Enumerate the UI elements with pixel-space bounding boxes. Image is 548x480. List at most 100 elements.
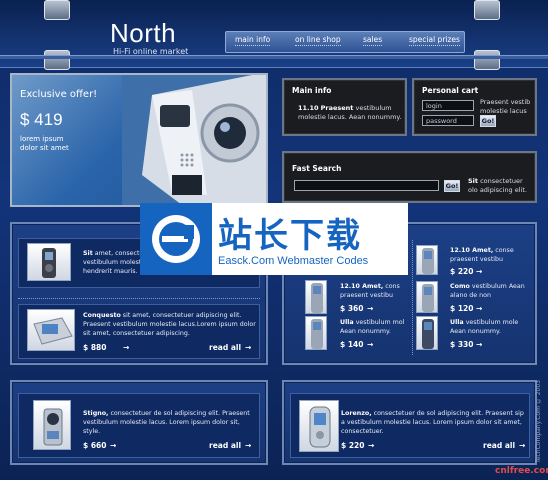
product-description: Stigno, consectetuer de sol adipiscing e… (83, 409, 253, 436)
camcorder-image (122, 75, 266, 205)
product-name: Ulla (340, 319, 354, 326)
flip-phone-image (309, 406, 331, 448)
product-name: 12.10 Amet, (340, 283, 384, 290)
offer-price: $ 419 (20, 110, 63, 129)
product-price: $ 120 (450, 304, 474, 313)
product-description: Conquesto sit amet, consectetuer adipisc… (83, 311, 257, 338)
product-thumbnail[interactable] (416, 281, 438, 313)
arrow-right-icon: → (367, 304, 374, 313)
mobile-phone-image (422, 319, 434, 349)
arrow-right-icon: → (367, 340, 374, 349)
site-watermark: cnlfree.com (495, 466, 548, 476)
product-thumbnail[interactable] (305, 280, 327, 314)
product-thumbnail[interactable] (27, 243, 71, 281)
product-name: Conquesto (83, 312, 121, 319)
read-all-link[interactable]: read all (483, 441, 515, 450)
header-rail (0, 55, 548, 59)
offer-title: Exclusive offer! (20, 89, 98, 100)
product-price: $ 880 (83, 343, 107, 352)
main-info-bold: Praesent (320, 104, 354, 112)
hinge-decoration (474, 0, 500, 20)
product-name: 12.10 Amet, (450, 247, 494, 254)
product-thumbnail[interactable] (416, 245, 438, 275)
product-text: consectetuer de sol adipiscing elit. Pra… (83, 410, 250, 435)
cart-title: Personal cart (422, 86, 479, 95)
product-thumbnail[interactable] (305, 316, 327, 350)
product-description: Como vestibulum Aean alano de non (450, 282, 532, 300)
read-all-link[interactable]: read all (209, 343, 241, 352)
product-description: Ulla vestibulum mole Aean nonummy. (450, 318, 532, 336)
watermark-english-text: Easck.Com Webmaster Codes (218, 255, 369, 267)
read-all-link[interactable]: read all (209, 441, 241, 450)
arrow-right-icon: → (245, 343, 252, 352)
arrow-right-icon: → (476, 304, 483, 313)
fast-search-box: Fast Search Go! Sit consectetuer olo adi… (282, 151, 537, 203)
product-card[interactable]: Stigno, consectetuer de sol adipiscing e… (18, 393, 260, 458)
product-description: Lorenzo, consectetuer de sol adipiscing … (341, 409, 527, 436)
product-price: $ 220 (450, 267, 474, 276)
exclusive-offer-banner[interactable]: Exclusive offer! $ 419 lorem ipsum dolor… (10, 73, 268, 207)
product-thumbnail[interactable] (416, 316, 438, 350)
fast-search-title: Fast Search (292, 164, 342, 173)
product-thumbnail[interactable] (299, 400, 339, 452)
hinge-decoration (44, 0, 70, 20)
top-navigation: main info on line shop sales special pri… (225, 31, 465, 53)
mobile-phone-image (422, 284, 434, 312)
product-card[interactable]: Lorenzo, consectetuer de sol adipiscing … (290, 393, 530, 458)
arrow-right-icon: → (519, 441, 526, 450)
offer-description: lorem ipsum dolor sit amet (20, 135, 69, 152)
watermark-overlay: 站长下载 Easck.Com Webmaster Codes (140, 203, 408, 275)
product-card[interactable]: Conquesto sit amet, consectetuer adipisc… (18, 304, 260, 359)
main-info-box: Main info 11.10 Praesent vestibulum mole… (282, 78, 407, 136)
watermark-logo-icon (140, 203, 212, 275)
search-input[interactable] (294, 180, 439, 191)
product-thumbnail[interactable] (33, 400, 71, 450)
arrow-right-icon: → (123, 343, 130, 352)
product-thumbnail[interactable] (27, 309, 75, 351)
mp3-player-image (42, 248, 56, 278)
hinge-decoration (44, 50, 70, 70)
column-divider (412, 240, 413, 355)
arrow-right-icon: → (110, 441, 117, 450)
login-input[interactable]: login (422, 100, 474, 111)
product-name: Ulla (450, 319, 464, 326)
product-price: $ 360 (340, 304, 364, 313)
product-price: $ 660 (83, 441, 107, 450)
cart-description: Praesent vestib molestie lacus (480, 98, 531, 115)
nav-sales[interactable]: sales (363, 35, 383, 46)
arrow-right-icon: → (476, 267, 483, 276)
main-info-text: 11.10 Praesent vestibulum molestie lacus… (298, 104, 403, 122)
dvd-player-image (33, 317, 73, 345)
product-name: Stigno, (83, 410, 109, 417)
product-price: $ 140 (340, 340, 364, 349)
product-name: Como (450, 283, 470, 290)
site-logo-subtitle: Hi-Fi online market (113, 47, 189, 56)
mobile-phone-image (311, 319, 323, 349)
arrow-right-icon: → (476, 340, 483, 349)
copyright-text: TechCompany.Com © 2003 (535, 380, 542, 463)
nav-special-prizes[interactable]: special prizes (409, 35, 460, 46)
product-name: Lorenzo, (341, 410, 372, 417)
camcorder-image (43, 408, 63, 446)
product-description: 12.10 Amet, cons praesent vestibu (340, 282, 415, 300)
nav-online-shop[interactable]: on line shop (295, 35, 341, 46)
mobile-phone-image (422, 248, 434, 274)
nav-main-info[interactable]: main info (235, 35, 271, 46)
main-info-date: 11.10 (298, 104, 319, 112)
product-price: $ 330 (450, 340, 474, 349)
search-description: Sit consectetuer olo adipiscing elit. (468, 177, 533, 195)
product-description: 12.10 Amet, conse praesent vestibu (450, 246, 532, 264)
separator (18, 298, 260, 299)
arrow-right-icon: → (245, 441, 252, 450)
product-price: $ 220 (341, 441, 365, 450)
hinge-decoration (474, 50, 500, 70)
product-name: Sit (83, 250, 93, 257)
search-go-button[interactable]: Go! (444, 180, 460, 192)
product-description: Ulla vestibulum mol Aean nonummy. (340, 318, 415, 336)
arrow-right-icon: → (368, 441, 375, 450)
password-input[interactable]: password (422, 115, 474, 126)
search-bold: Sit (468, 177, 479, 185)
login-go-button[interactable]: Go! (480, 115, 496, 127)
site-logo-title[interactable]: North (110, 18, 176, 49)
mobile-phone-image (311, 283, 323, 313)
